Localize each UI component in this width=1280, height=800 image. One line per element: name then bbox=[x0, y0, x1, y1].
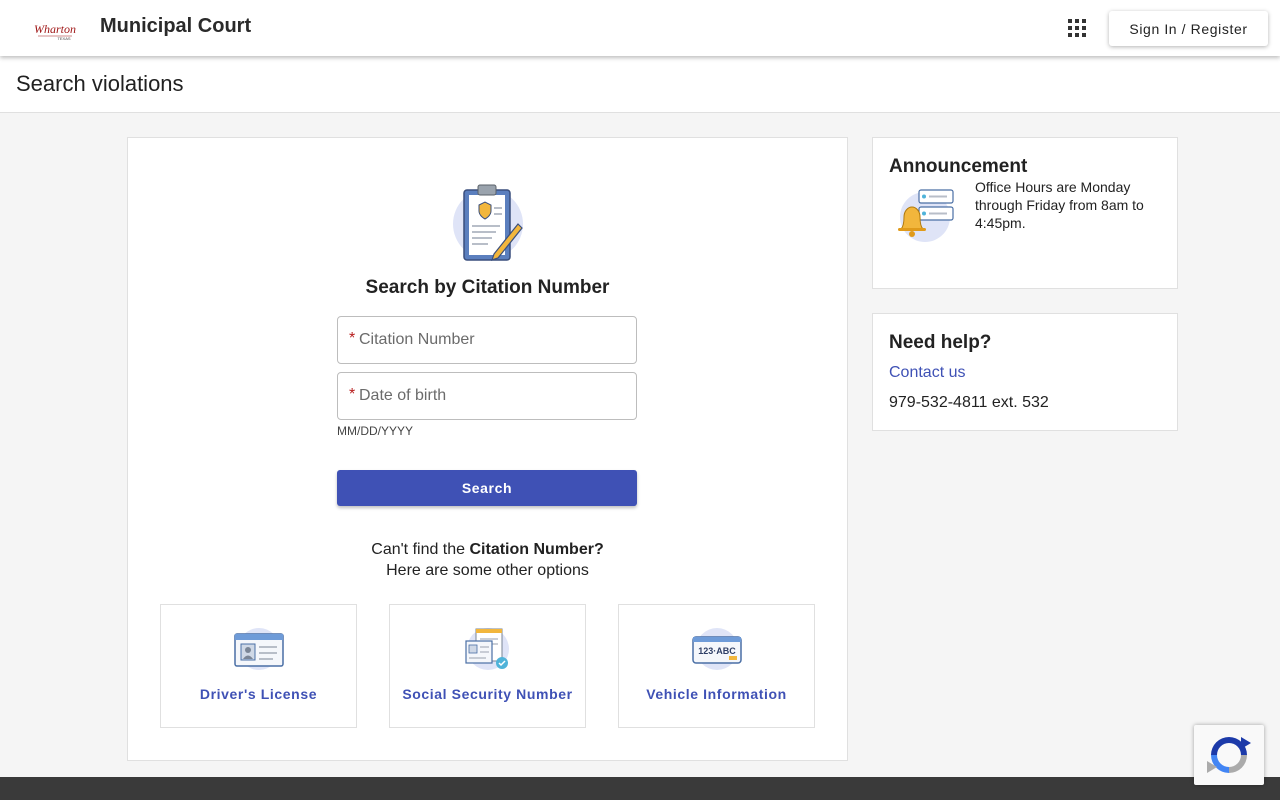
help-phone-number: 979-532-4811 ext. 532 bbox=[889, 394, 1049, 411]
option-label: Driver's License bbox=[199, 686, 318, 702]
option-label: Vehicle Information bbox=[646, 686, 787, 702]
required-marker: * bbox=[349, 330, 356, 347]
bell-notification-icon bbox=[898, 189, 954, 242]
svg-text:TEXAS: TEXAS bbox=[57, 36, 70, 41]
option-drivers-license[interactable]: Driver's License bbox=[160, 604, 357, 728]
city-logo[interactable]: Wharton TEXAS bbox=[34, 14, 76, 42]
recaptcha-badge[interactable] bbox=[1194, 725, 1264, 785]
apps-grid-icon[interactable] bbox=[1068, 19, 1086, 37]
alternatives-emphasis: Citation Number? bbox=[469, 541, 604, 558]
top-app-bar: Wharton TEXAS Municipal Court Sign In / … bbox=[0, 0, 1280, 56]
alternatives-intro: Can't find the Citation Number? Here are… bbox=[128, 539, 847, 581]
citation-number-field[interactable]: * bbox=[337, 316, 637, 364]
search-card: Search by Citation Number * * MM/DD/YYYY… bbox=[127, 137, 848, 761]
announcement-title: Announcement bbox=[889, 156, 1028, 177]
announcement-card: Announcement Office Hours are Monday thr… bbox=[872, 137, 1178, 289]
alternatives-line2: Here are some other options bbox=[386, 562, 589, 579]
svg-text:123·ABC: 123·ABC bbox=[698, 646, 736, 656]
sign-in-register-button[interactable]: Sign In / Register bbox=[1109, 11, 1268, 46]
date-of-birth-field[interactable]: * bbox=[337, 372, 637, 420]
svg-text:Wharton: Wharton bbox=[34, 22, 76, 36]
date-of-birth-input[interactable] bbox=[359, 373, 629, 419]
clipboard-badge-icon bbox=[453, 184, 523, 261]
announcement-text: Office Hours are Monday through Friday f… bbox=[975, 179, 1144, 231]
id-card-icon bbox=[234, 628, 284, 670]
option-label: Social Security Number bbox=[402, 686, 573, 702]
citation-number-input[interactable] bbox=[359, 317, 629, 363]
alternatives-prefix: Can't find the bbox=[371, 541, 470, 558]
option-social-security-number[interactable]: Social Security Number bbox=[389, 604, 586, 728]
search-button[interactable]: Search bbox=[337, 470, 637, 506]
license-plate-icon: 123·ABC bbox=[692, 628, 742, 670]
help-card: Need help? Contact us 979-532-4811 ext. … bbox=[872, 313, 1178, 431]
recaptcha-icon bbox=[1207, 737, 1251, 773]
date-format-hint: MM/DD/YYYY bbox=[337, 424, 414, 438]
page-header: Search violations bbox=[0, 56, 1280, 113]
help-title: Need help? bbox=[889, 332, 992, 353]
app-title: Municipal Court bbox=[100, 15, 252, 37]
page-title: Search violations bbox=[16, 71, 184, 96]
required-marker: * bbox=[349, 386, 356, 403]
documents-icon bbox=[465, 628, 509, 670]
contact-us-link[interactable]: Contact us bbox=[889, 364, 965, 382]
search-heading: Search by Citation Number bbox=[365, 277, 610, 298]
footer-bar bbox=[0, 777, 1280, 800]
option-vehicle-information[interactable]: 123·ABC Vehicle Information bbox=[618, 604, 815, 728]
